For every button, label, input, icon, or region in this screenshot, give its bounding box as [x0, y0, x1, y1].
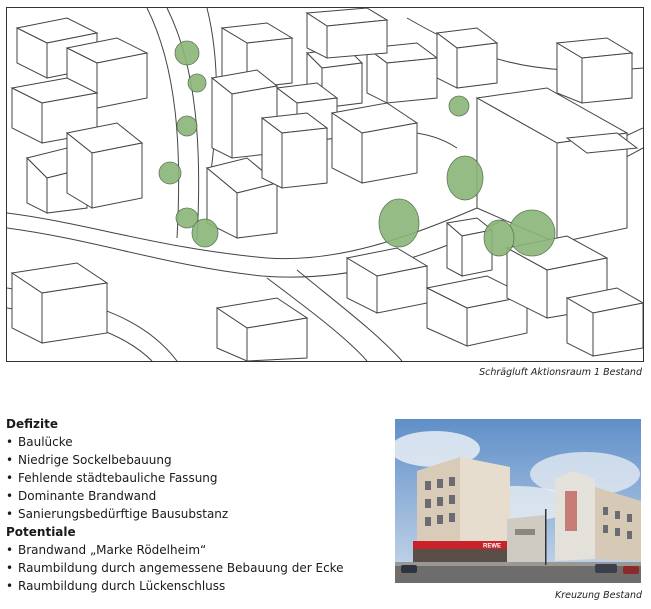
- road-north: [146, 8, 180, 239]
- list-item: Dominante Brandwand: [6, 487, 386, 505]
- list-item: Sanierungsbedürftige Bausubstanz: [6, 505, 386, 523]
- list-item: Fehlende städtebauliche Fassung: [6, 469, 386, 487]
- store-sign: REWE: [483, 544, 501, 550]
- list-item: Raumbildung durch Lückenschluss: [6, 577, 386, 595]
- figure-caption-photo: Kreuzung Bestand: [555, 590, 642, 601]
- list-item: Niedrige Sockelbebauung: [6, 451, 386, 469]
- aerial-view-illustration: [6, 7, 644, 362]
- heading-potentiale: Potentiale: [6, 525, 76, 539]
- text-block: Defizite Baulücke Niedrige Sockelbebauun…: [6, 415, 386, 595]
- list-item: Raumbildung durch angemessene Bebauung d…: [6, 559, 386, 577]
- heading-defizite: Defizite: [6, 417, 58, 431]
- list-item: Brandwand „Marke Rödelheim“: [6, 541, 386, 559]
- street-photo-drawing: REWE: [395, 419, 641, 583]
- list-defizite: Baulücke Niedrige Sockelbebauung Fehlend…: [6, 433, 386, 523]
- list-item: Baulücke: [6, 433, 386, 451]
- figure-caption-aerial: Schrägluft Aktionsraum 1 Bestand: [479, 367, 642, 378]
- street-photo: REWE: [395, 419, 641, 583]
- aerial-model-drawing: [7, 8, 643, 361]
- list-potentiale: Brandwand „Marke Rödelheim“ Raumbildung …: [6, 541, 386, 595]
